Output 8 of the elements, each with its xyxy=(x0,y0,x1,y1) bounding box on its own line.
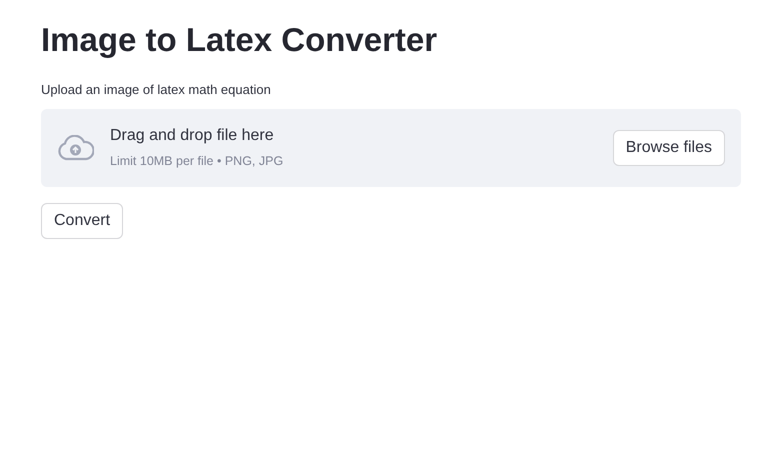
page-title: Image to Latex Converter xyxy=(41,20,438,60)
file-limits-text: Limit 10MB per file • PNG, JPG xyxy=(110,153,284,170)
browse-files-button[interactable]: Browse files xyxy=(612,130,725,166)
convert-button[interactable]: Convert xyxy=(41,202,124,238)
dropzone[interactable]: Drag and drop file here Limit 10MB per file • PNG, JPG Browse files xyxy=(41,108,741,186)
cloud-upload-icon xyxy=(57,134,94,160)
dropzone-instruction: Drag and drop file here xyxy=(110,126,275,146)
uploader-label: Upload an image of latex math equation xyxy=(41,81,271,99)
